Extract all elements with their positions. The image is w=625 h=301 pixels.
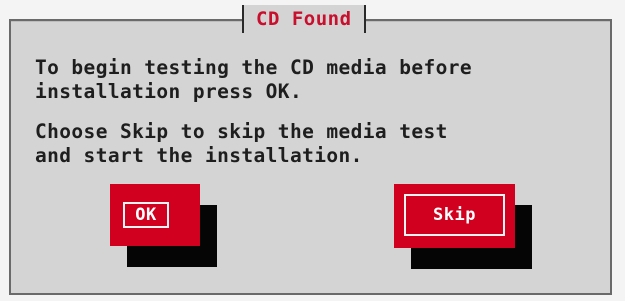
dialog-title-bar: CD Found xyxy=(238,2,370,36)
skip-button-label: Skip xyxy=(404,194,505,236)
message-line-2: installation press OK. xyxy=(35,80,303,103)
title-bracket-right xyxy=(363,5,370,33)
message-line-1: To begin testing the CD media before xyxy=(35,56,473,79)
message-line-4: and start the installation. xyxy=(35,144,363,167)
dialog-title: CD Found xyxy=(244,5,364,33)
message-line-3: Choose Skip to skip the media test xyxy=(35,120,448,143)
ok-button-group: OK xyxy=(110,184,220,274)
cd-found-dialog: CD Found To begin testing the CD media b… xyxy=(9,5,612,295)
screen: CD Found To begin testing the CD media b… xyxy=(0,0,625,301)
message-paragraph-1: To begin testing the CD media before ins… xyxy=(35,56,472,104)
message-paragraph-2: Choose Skip to skip the media test and s… xyxy=(35,120,448,168)
skip-button[interactable]: Skip xyxy=(394,184,515,248)
ok-button-label: OK xyxy=(123,202,169,228)
skip-button-group: Skip xyxy=(394,184,534,274)
ok-button[interactable]: OK xyxy=(110,184,200,246)
